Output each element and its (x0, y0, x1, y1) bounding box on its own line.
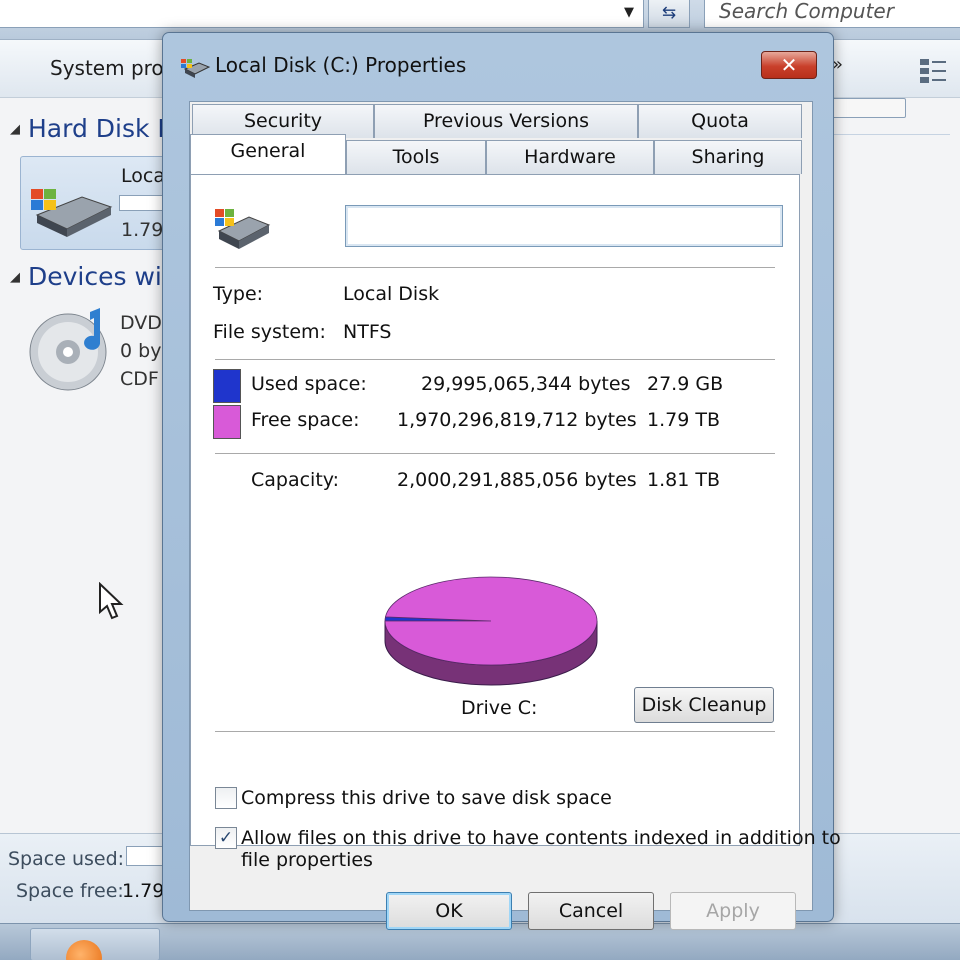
type-label: Type: (213, 283, 264, 305)
drive-tile-free: 1.79 (121, 219, 164, 241)
change-view-icon[interactable] (918, 56, 948, 84)
used-space-label: Used space: (251, 373, 367, 395)
drive-tile-name: Loca (121, 165, 165, 187)
drive-tile-c[interactable]: Loca 1.79 (20, 156, 179, 250)
collapse-icon[interactable]: ◢ (10, 122, 20, 137)
tab-sharing[interactable]: Sharing (654, 140, 802, 174)
space-free-label: Space free: (16, 880, 124, 902)
hard-disk-icon (215, 209, 271, 249)
general-tab-panel: Type: Local Disk File system: NTFS Used … (190, 174, 841, 871)
group-devices-label: Devices wit (28, 262, 172, 291)
disk-usage-pie-chart (384, 576, 598, 686)
volume-label-input[interactable] (345, 205, 783, 247)
dialog-body: Security Previous Versions Quota General… (189, 101, 841, 930)
free-space-bytes: 1,970,296,819,712 bytes (397, 409, 637, 431)
disk-cleanup-button[interactable]: Disk Cleanup (634, 687, 774, 723)
drive-title-icon (181, 59, 211, 78)
properties-dialog: Local Disk (C:) Properties ✕ Security Pr… (162, 32, 841, 930)
space-used-label: Space used: (8, 848, 125, 870)
free-space-swatch (213, 405, 241, 439)
system-properties-button[interactable]: System prop (50, 56, 176, 80)
dvd-drive-icon[interactable] (28, 306, 114, 392)
drive-label: Drive C: (461, 697, 538, 719)
address-bar[interactable] (0, 0, 644, 28)
file-system-label: File system: (213, 321, 326, 343)
collapse-icon[interactable]: ◢ (10, 270, 20, 285)
used-space-swatch (213, 369, 241, 403)
tab-tools[interactable]: Tools (346, 140, 486, 174)
tab-general[interactable]: General (190, 134, 346, 174)
dialog-title: Local Disk (C:) Properties (215, 53, 467, 77)
address-dropdown-icon[interactable]: ▼ (618, 2, 640, 24)
tab-security[interactable]: Security (192, 104, 374, 138)
free-space-size: 1.79 TB (647, 409, 720, 431)
divider (215, 359, 775, 360)
index-label-line1[interactable]: Allow files on this drive to have conten… (241, 827, 841, 849)
group-hard-disk-label: Hard Disk I (28, 114, 165, 143)
tab-quota[interactable]: Quota (638, 104, 802, 138)
pie-slice-free-space (384, 576, 598, 666)
ok-button[interactable]: OK (386, 892, 512, 930)
apply-button[interactable]: Apply (670, 892, 796, 930)
group-devices[interactable]: ◢ Devices wit (10, 262, 172, 291)
free-space-label: Free space: (251, 409, 360, 431)
divider (215, 453, 775, 454)
drive-usage-bar-right (830, 98, 906, 118)
search-input[interactable]: Search Computer (704, 0, 960, 28)
tab-previous-versions[interactable]: Previous Versions (374, 104, 638, 138)
space-free-value: 1.79 (122, 880, 165, 902)
mouse-pointer-icon (99, 582, 124, 620)
cancel-button[interactable]: Cancel (528, 892, 654, 930)
index-checkbox[interactable]: ✓ (215, 827, 237, 849)
file-system-value: NTFS (343, 321, 392, 343)
used-space-size: 27.9 GB (647, 373, 724, 395)
tab-hardware[interactable]: Hardware (486, 140, 654, 174)
group-hard-disk[interactable]: ◢ Hard Disk I (10, 114, 165, 143)
space-used-bar (126, 846, 166, 866)
index-label-line2[interactable]: file properties (241, 849, 373, 871)
dvd-size: 0 by (120, 340, 162, 362)
type-value: Local Disk (343, 283, 440, 305)
capacity-bytes: 2,000,291,885,056 bytes (397, 469, 637, 491)
capacity-label: Capacity: (251, 469, 340, 491)
compress-label[interactable]: Compress this drive to save disk space (241, 787, 612, 809)
divider (215, 267, 775, 268)
divider (215, 731, 775, 732)
hard-disk-icon (31, 189, 113, 237)
used-space-bytes: 29,995,065,344 bytes (421, 373, 631, 395)
close-button[interactable]: ✕ (761, 51, 817, 79)
refresh-icon[interactable]: ⇆ (648, 0, 690, 28)
dvd-name: DVD (120, 312, 162, 334)
compress-checkbox[interactable] (215, 787, 237, 809)
capacity-size: 1.81 TB (647, 469, 720, 491)
dvd-filesystem: CDF (120, 368, 159, 390)
